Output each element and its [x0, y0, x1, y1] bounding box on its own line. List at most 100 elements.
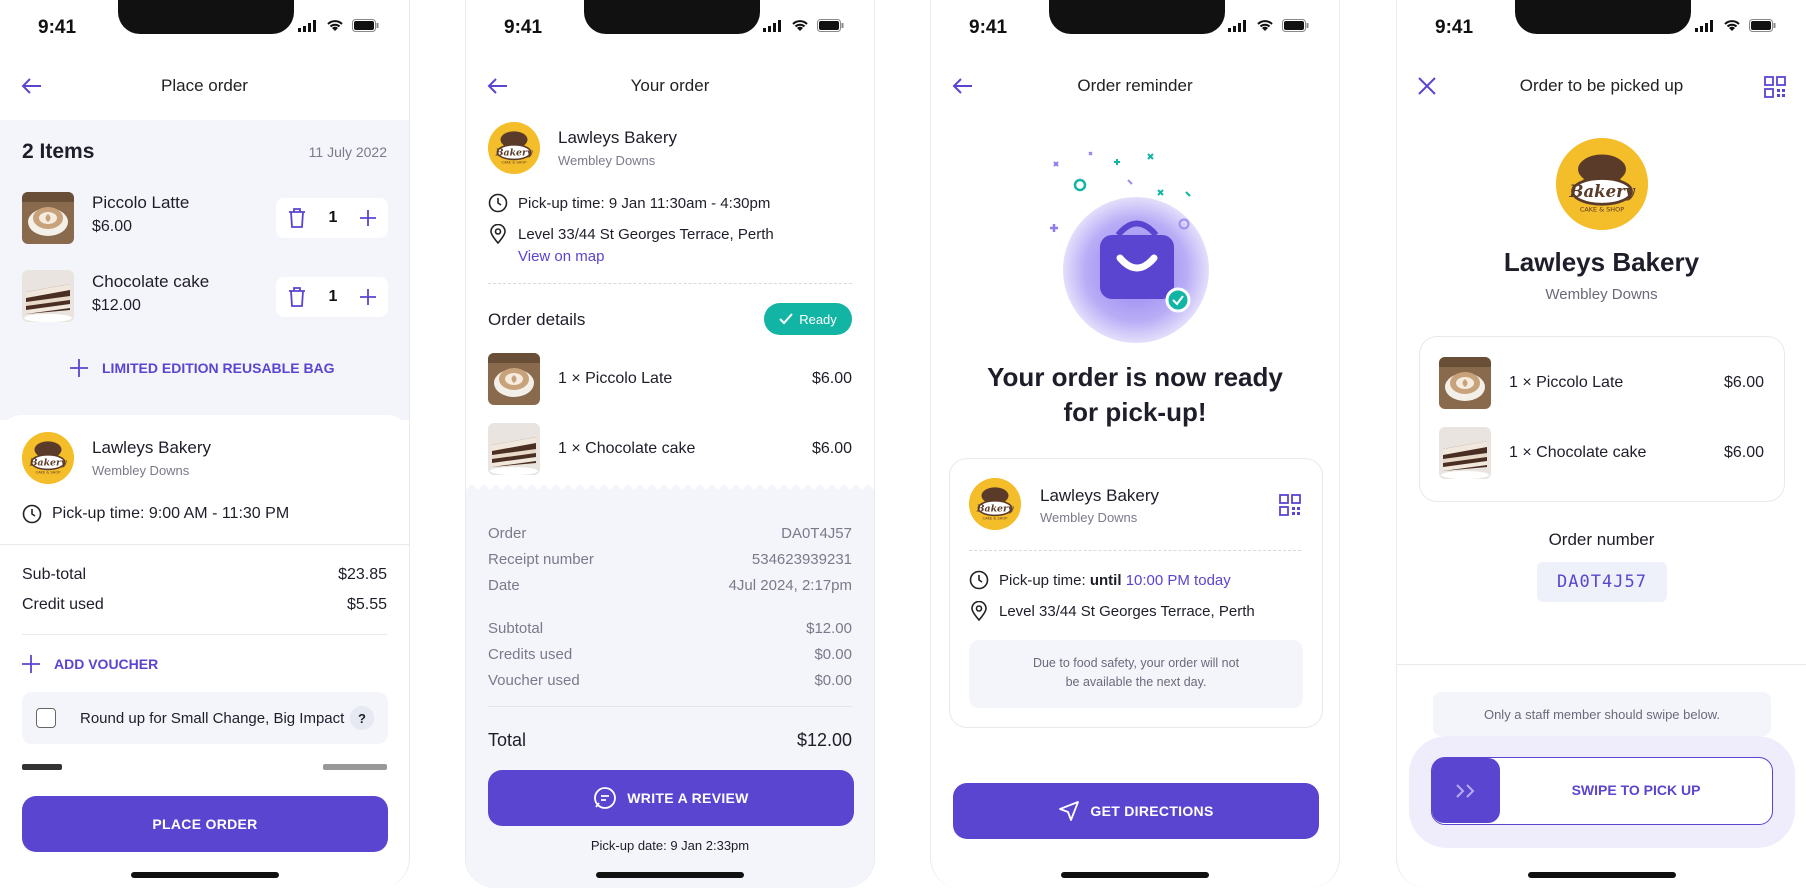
pickup-until: until	[1089, 571, 1126, 589]
wifi-icon	[1724, 20, 1740, 31]
page-title: Order reminder	[1077, 76, 1193, 95]
location-pin-icon	[971, 601, 987, 621]
nav-bar: Your order	[466, 70, 874, 102]
swipe-label: SWIPE TO PICK UP	[1571, 782, 1701, 798]
pickup-value: 9 Jan 11:30am - 4:30pm	[608, 194, 771, 212]
order-date: 11 July 2022	[308, 144, 387, 160]
date-value: 4Jul 2024, 2:17pm	[728, 577, 852, 594]
help-icon[interactable]: ?	[350, 706, 374, 730]
order-id-label: Order	[488, 525, 527, 542]
divider	[969, 550, 1301, 551]
roundup-row: Round up for Small Change, Big Impact ?	[22, 692, 388, 744]
trash-icon[interactable]	[288, 287, 306, 307]
status-bar: 9:41	[0, 0, 409, 50]
food-safety-notice: Due to food safety, your order will not …	[969, 640, 1303, 708]
credits-row: Credits used $0.00	[488, 646, 852, 663]
status-bar: 9:41	[466, 0, 874, 50]
latte-thumbnail	[22, 192, 74, 244]
cake-thumbnail	[1439, 427, 1491, 479]
pickup-time: Pick-up time: 9:00 AM - 11:30 PM	[22, 504, 289, 524]
plus-icon[interactable]	[360, 289, 376, 305]
order-number-value: DA0T4J57	[1537, 562, 1667, 602]
staff-note: Only a staff member should swipe below.	[1433, 692, 1771, 736]
status-time: 9:41	[38, 17, 77, 38]
view-on-map-link[interactable]: View on map	[518, 248, 604, 265]
signal-icon	[1695, 19, 1713, 32]
store-name: Lawleys Bakery	[92, 438, 212, 457]
add-bag-button[interactable]: LIMITED EDITION REUSABLE BAG	[70, 359, 335, 377]
notch	[1049, 0, 1225, 34]
battery-icon	[352, 19, 379, 32]
check-icon	[779, 313, 793, 325]
status-badge: Ready	[764, 303, 852, 335]
item-name: Piccolo Latte	[92, 193, 190, 212]
plus-icon[interactable]	[360, 210, 376, 226]
order-details-heading: Order details	[488, 310, 586, 329]
pickup-value: 9:00 AM - 11:30 PM	[148, 505, 290, 522]
quantity-value: 1	[328, 288, 338, 305]
divider	[488, 706, 852, 707]
cake-thumbnail	[22, 270, 74, 322]
get-directions-label: GET DIRECTIONS	[1090, 803, 1214, 819]
subtotal-label: Subtotal	[488, 620, 544, 637]
page-title: Order to be picked up	[1519, 76, 1684, 95]
write-review-label: WRITE A REVIEW	[627, 790, 749, 806]
clock-icon	[22, 504, 42, 524]
store-suburb: Wembley Downs	[1040, 510, 1138, 525]
pickup-label: Pick-up time:	[518, 194, 609, 212]
add-voucher-button[interactable]: ADD VOUCHER	[22, 655, 158, 673]
cake-thumbnail	[488, 423, 540, 475]
bakery-logo	[969, 478, 1021, 530]
bakery-logo	[488, 122, 540, 174]
home-indicator	[1061, 872, 1209, 878]
zigzag-edge	[466, 484, 874, 496]
roundup-checkbox[interactable]	[36, 708, 56, 728]
credit-row: Credit used $5.55	[22, 596, 387, 614]
status-time: 9:41	[1435, 17, 1474, 38]
divider	[1397, 664, 1806, 665]
total-row-partial	[22, 756, 387, 770]
plus-icon	[70, 359, 88, 377]
divider	[22, 634, 387, 635]
get-directions-button[interactable]: GET DIRECTIONS	[953, 783, 1319, 839]
subtotal-label: Sub-total	[22, 566, 87, 583]
receipt-panel	[466, 484, 874, 888]
item-price: $12.00	[92, 297, 141, 314]
place-order-button[interactable]: PLACE ORDER	[22, 796, 388, 852]
status-icons	[1695, 19, 1776, 32]
pickup-value: 10:00 PM today	[1125, 571, 1231, 589]
order-id-row: Order DA0T4J57	[488, 525, 852, 542]
pickup-date: Pick-up date: 9 Jan 2:33pm	[590, 838, 750, 853]
trash-icon[interactable]	[288, 208, 306, 228]
address: Level 33/44 St Georges Terrace, Perth	[969, 601, 1255, 621]
latte-thumbnail	[1439, 357, 1491, 409]
divider	[488, 283, 852, 284]
swipe-handle[interactable]	[1432, 758, 1500, 823]
write-review-button[interactable]: WRITE A REVIEW	[488, 770, 854, 826]
store-suburb: Wembley Downs	[558, 153, 656, 168]
nav-bar: Place order	[0, 70, 409, 102]
item-price: $6.00	[1723, 374, 1764, 391]
status-time: 9:41	[504, 17, 543, 38]
swipe-to-pickup-slider[interactable]: SWIPE TO PICK UP	[1431, 757, 1773, 825]
item-name: 1 × Chocolate cake	[558, 440, 696, 457]
add-bag-label: LIMITED EDITION REUSABLE BAG	[102, 360, 335, 376]
shopping-bag-illustration	[1050, 151, 1209, 343]
pickup-label: Pick-up time:	[52, 505, 149, 522]
notch	[584, 0, 760, 34]
bakery-logo	[1556, 138, 1648, 230]
status-bar: 9:41	[1397, 0, 1806, 50]
address-text: Level 33/44 St Georges Terrace, Perth	[999, 602, 1255, 620]
qr-code-icon[interactable]	[1764, 76, 1786, 98]
qr-code-icon[interactable]	[1279, 494, 1301, 516]
store-name: Lawleys Bakery	[558, 128, 678, 147]
voucher-label: Voucher used	[488, 672, 580, 689]
signal-icon	[298, 19, 316, 32]
location-pin-icon	[490, 224, 506, 244]
signal-icon	[763, 19, 781, 32]
date-row: Date 4Jul 2024, 2:17pm	[488, 577, 852, 594]
total-label: Total	[488, 730, 527, 750]
pickup-label: Pick-up time:	[999, 571, 1090, 589]
battery-icon	[1749, 19, 1776, 32]
screen-pickup: 9:41 Order to be picked up Lawleys Baker…	[1396, 0, 1806, 888]
